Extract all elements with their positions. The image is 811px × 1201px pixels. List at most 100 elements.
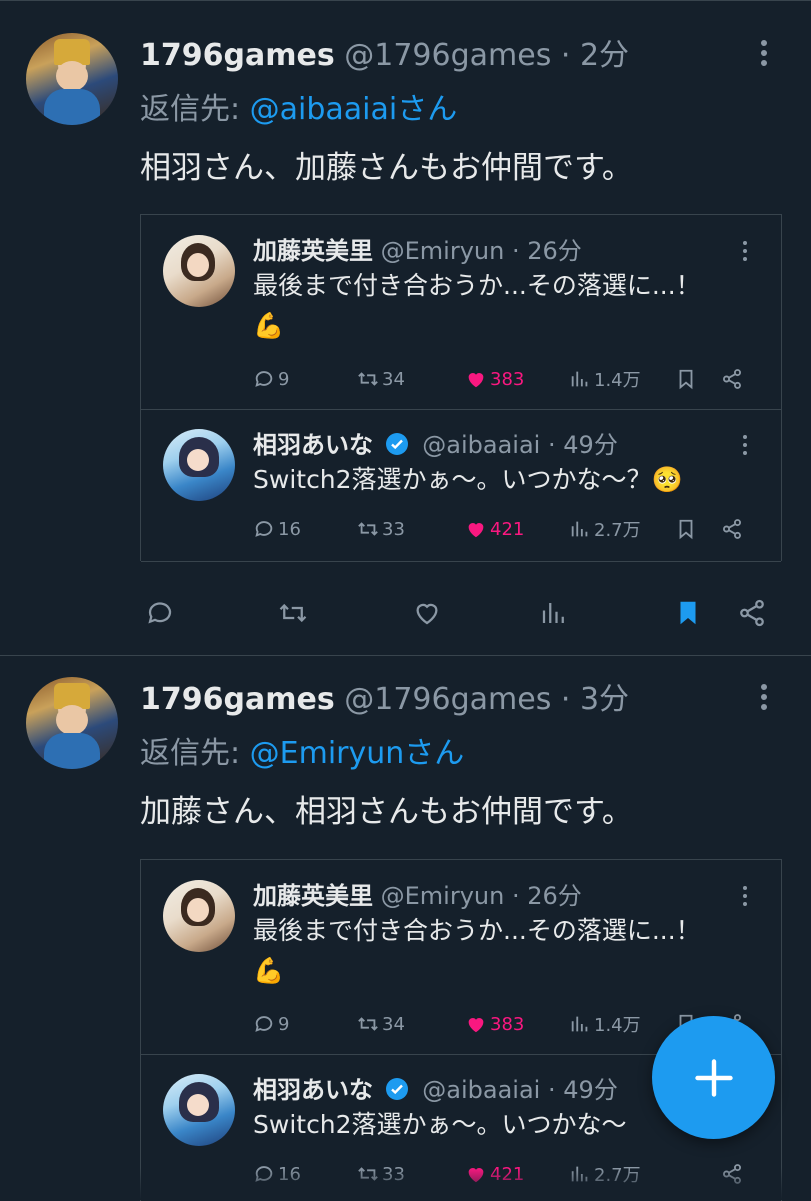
display-name[interactable]: 1796games (140, 38, 335, 73)
timestamp[interactable]: 49分 (563, 1076, 618, 1104)
more-icon[interactable] (752, 682, 776, 712)
quoted-text: Switch2落選かぁ〜。いつかな〜？🥺 (253, 465, 683, 494)
handle[interactable]: @aibaaiai (422, 431, 540, 459)
avatar[interactable] (26, 677, 118, 769)
views-button[interactable]: 1.4万 (569, 365, 641, 393)
quoted-header: 相羽あいな @aibaaiai · 49分 (253, 1070, 618, 1105)
bottom-fade (0, 1168, 811, 1200)
avatar[interactable] (163, 429, 235, 501)
handle[interactable]: @Emiryun (381, 237, 505, 265)
timestamp[interactable]: 26分 (527, 237, 582, 265)
separator: · (560, 38, 571, 73)
share-button[interactable] (721, 515, 743, 543)
tweet-header: 1796games @1796games · 3分 (140, 674, 629, 718)
avatar[interactable] (26, 33, 118, 125)
reply-icon (148, 602, 172, 624)
like-icon (468, 523, 484, 538)
quoted-divider (141, 409, 781, 410)
display-name[interactable]: 加藤英美里 (253, 237, 373, 265)
like-count: 421 (490, 518, 525, 540)
more-icon[interactable] (752, 38, 776, 68)
compose-button[interactable] (652, 1016, 775, 1139)
views-button[interactable]: 2.7万 (569, 515, 641, 543)
like-button[interactable] (407, 593, 447, 633)
reply-button[interactable]: 9 (253, 1010, 289, 1038)
reply-to: 返信先: @aibaaiaiさん (140, 84, 457, 128)
separator: · (548, 431, 556, 459)
retweet-button[interactable]: 33 (357, 515, 405, 543)
more-icon[interactable] (739, 884, 753, 910)
share-icon (740, 599, 764, 627)
reply-button[interactable]: 9 (253, 365, 289, 393)
reply-count: 9 (278, 368, 290, 390)
quoted-divider (141, 561, 781, 562)
retweet-button[interactable]: 34 (357, 1010, 405, 1038)
quoted-text: Switch2落選かぁ〜。いつかな〜 (253, 1110, 627, 1139)
handle[interactable]: @aibaaiai (422, 1076, 540, 1104)
quoted-actions: 9 34 383 1.4万 (253, 365, 753, 393)
views-icon (542, 603, 564, 623)
tweet-actions (140, 593, 780, 633)
reply-count: 16 (278, 518, 301, 540)
handle[interactable]: @1796games (344, 38, 551, 73)
quoted-header: 加藤英美里 @Emiryun · 26分 (253, 876, 582, 911)
avatar[interactable] (163, 880, 235, 952)
quoted-thread[interactable]: 加藤英美里 @Emiryun · 26分 最後まで付き合おうか...その落選に.… (140, 214, 782, 562)
timestamp[interactable]: 3分 (580, 682, 629, 717)
more-icon[interactable] (739, 239, 753, 265)
reply-prefix: 返信先: (140, 736, 250, 771)
verified-icon (385, 1078, 408, 1100)
display-name[interactable]: 相羽あいな (253, 431, 373, 459)
reply-mention[interactable]: @Emiryunさん (250, 736, 465, 771)
views-icon (571, 1016, 588, 1032)
bookmark-icon (679, 519, 693, 540)
reply-count: 9 (278, 1013, 290, 1035)
separator: · (511, 882, 520, 910)
like-icon (468, 1018, 484, 1033)
quoted-actions: 16 33 421 2.7万 (253, 515, 753, 543)
separator: · (511, 237, 520, 265)
views-button[interactable] (534, 593, 574, 633)
verified-icon (385, 433, 408, 455)
handle[interactable]: @1796games (344, 682, 551, 717)
display-name[interactable]: 加藤英美里 (253, 882, 373, 910)
share-button[interactable] (721, 365, 743, 393)
display-name[interactable]: 1796games (140, 682, 335, 717)
views-count: 1.4万 (594, 370, 641, 391)
quoted-emoji: 💪 (253, 311, 285, 340)
reply-mention[interactable]: @aibaaiaiさん (250, 92, 458, 127)
retweet-icon (358, 1017, 378, 1031)
timestamp[interactable]: 2分 (580, 38, 629, 73)
tweet[interactable]: 1796games @1796games · 2分 返信先: @aibaaiai… (0, 0, 811, 655)
retweet-button[interactable]: 34 (357, 365, 405, 393)
share-button[interactable] (732, 593, 772, 633)
avatar[interactable] (163, 1074, 235, 1146)
bookmark-button[interactable] (675, 365, 697, 393)
bookmark-button[interactable] (668, 593, 708, 633)
retweet-icon (358, 522, 378, 536)
reply-button[interactable] (140, 593, 180, 633)
timestamp[interactable]: 49分 (563, 431, 618, 459)
handle[interactable]: @Emiryun (381, 882, 505, 910)
retweet-count: 34 (382, 1013, 405, 1035)
like-button[interactable]: 421 (465, 515, 524, 543)
avatar[interactable] (163, 235, 235, 307)
retweet-button[interactable] (273, 593, 313, 633)
like-button[interactable]: 383 (465, 1010, 524, 1038)
quoted-text: 最後まで付き合おうか...その落選に...！ (253, 916, 701, 945)
reply-button[interactable]: 16 (253, 515, 301, 543)
views-button[interactable]: 1.4万 (569, 1010, 641, 1038)
separator: · (560, 682, 571, 717)
display-name[interactable]: 相羽あいな (253, 1076, 373, 1104)
reply-to: 返信先: @Emiryunさん (140, 728, 464, 772)
views-count: 2.7万 (594, 520, 641, 541)
quoted-header: 相羽あいな @aibaaiai · 49分 (253, 425, 618, 460)
timestamp[interactable]: 26分 (527, 882, 582, 910)
bookmark-button[interactable] (675, 515, 697, 543)
share-icon (723, 519, 741, 539)
more-icon[interactable] (739, 433, 753, 459)
like-icon (416, 603, 438, 625)
like-button[interactable]: 383 (465, 365, 524, 393)
tweet-text: 相羽さん、加藤さんもお仲間です。 (140, 150, 633, 186)
tweet-header: 1796games @1796games · 2分 (140, 30, 629, 74)
